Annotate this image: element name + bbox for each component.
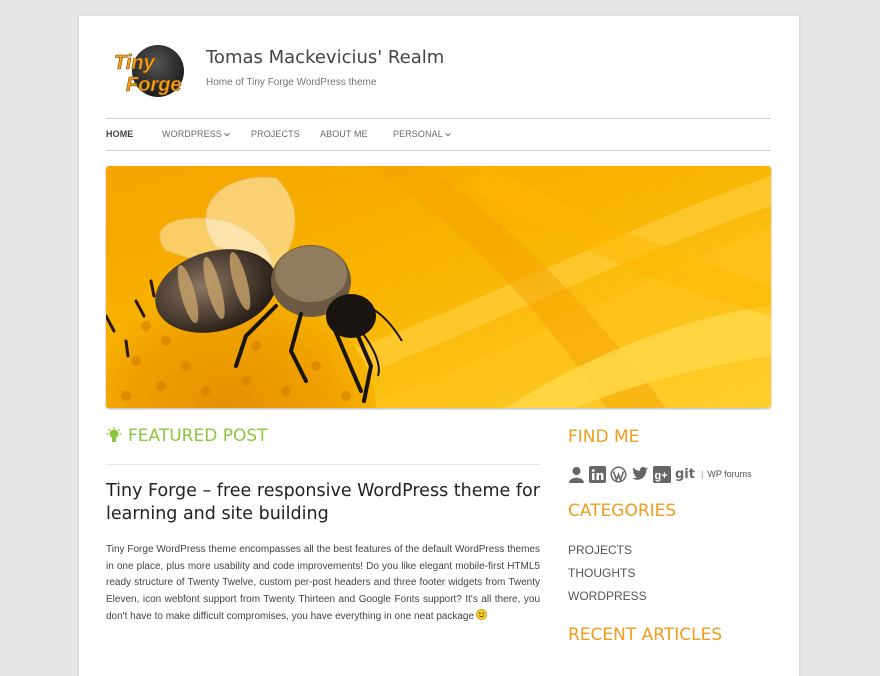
category-link-thoughts[interactable]: THOUGHTS — [568, 566, 635, 580]
widget-title-categories: CATEGORIES — [568, 501, 677, 521]
post-title-link[interactable]: Tiny Forge – free responsive WordPress t… — [106, 480, 546, 526]
nav-item-label: PERSONAL — [393, 129, 443, 139]
nav-item-home[interactable]: HOME — [106, 129, 133, 139]
category-link-wordpress[interactable]: WORDPRESS — [568, 589, 647, 603]
social-links: g+ git | WP forums — [568, 464, 752, 484]
post-excerpt: Tiny Forge WordPress theme encompasses a… — [106, 542, 540, 626]
divider — [106, 464, 540, 465]
twitter-icon[interactable] — [631, 466, 649, 482]
nav-item-label: PROJECTS — [251, 129, 300, 139]
page-container: Tiny Forge Tomas Mackevicius' Realm Home… — [79, 16, 799, 676]
nav-item-label: ABOUT ME — [320, 129, 368, 139]
category-link-projects[interactable]: PROJECTS — [568, 543, 632, 557]
site-description: Home of Tiny Forge WordPress theme — [206, 77, 377, 88]
site-title[interactable]: Tomas Mackevicius' Realm — [206, 47, 444, 68]
git-link[interactable]: git — [675, 467, 695, 482]
featured-post-heading: FEATURED POST — [106, 426, 268, 446]
site-logo[interactable]: Tiny Forge — [110, 43, 190, 99]
chevron-down-icon — [444, 130, 451, 137]
smiley-icon — [476, 608, 487, 620]
user-icon[interactable] — [568, 466, 585, 483]
lightbulb-icon — [106, 427, 122, 442]
wordpress-icon[interactable] — [610, 466, 627, 483]
google-plus-icon[interactable]: g+ — [653, 465, 671, 483]
chevron-down-icon — [224, 130, 230, 137]
header-banner-image — [106, 166, 771, 408]
nav-item-label: HOME — [106, 129, 134, 139]
nav-item-about-me[interactable]: ABOUT ME — [320, 129, 368, 139]
logo-text-tiny: Tiny — [114, 52, 156, 74]
main-navigation: HOME WORDPRESS PROJECTS ABOUT ME PERSONA… — [106, 118, 771, 151]
svg-text:g+: g+ — [655, 470, 668, 482]
separator: | — [700, 469, 704, 479]
widget-title-recent-articles: RECENT ARTICLES — [568, 625, 723, 645]
logo-text-forge: Forge — [126, 74, 182, 96]
featured-post-heading-text: FEATURED POST — [128, 426, 268, 446]
post-excerpt-text: Tiny Forge WordPress theme encompasses a… — [106, 544, 540, 622]
nav-item-label: WORDPRESS — [162, 129, 222, 139]
linkedin-icon[interactable] — [589, 465, 606, 483]
nav-item-personal[interactable]: PERSONAL — [393, 129, 451, 139]
nav-item-wordpress[interactable]: WORDPRESS — [162, 129, 230, 139]
wp-forums-link[interactable]: WP forums — [707, 469, 751, 479]
widget-title-find-me: FIND ME — [568, 427, 640, 447]
nav-item-projects[interactable]: PROJECTS — [251, 129, 300, 139]
